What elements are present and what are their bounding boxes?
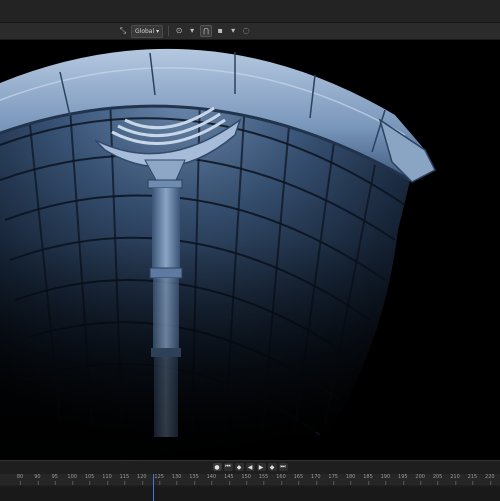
frame-tick: 210 <box>450 474 460 485</box>
frame-tick: 95 <box>51 474 58 485</box>
frame-tick: 155 <box>258 474 269 485</box>
frame-tick: 150 <box>241 474 251 485</box>
frame-tick: 130 <box>171 474 182 485</box>
frame-tick: 120 <box>137 474 147 485</box>
frame-tick: 80 <box>16 474 24 485</box>
frame-ruler[interactable]: 80 90 95 100 105 110 115 120 125 130 135 140 145 150 1… <box>0 474 500 485</box>
frame-tick: 125 <box>154 474 164 485</box>
frame-tick: 115 <box>119 474 130 485</box>
chevron-down-icon[interactable]: ▾ <box>228 26 238 36</box>
proportional-editing-icon[interactable]: ◌ <box>241 26 251 36</box>
pivot-point-icon[interactable]: ⊙ <box>174 26 184 36</box>
snap-magnet-icon[interactable]: ⋂ <box>200 25 213 37</box>
frame-tick: 180 <box>345 474 356 485</box>
record-icon[interactable]: ● <box>212 463 222 471</box>
prev-keyframe-icon[interactable]: ◆ <box>234 463 244 471</box>
transform-controls: ⤡ Global ▾ ⊙ ▾ ⋂ ▪ ▾ ◌ <box>118 24 251 38</box>
frame-tick: 160 <box>276 474 286 485</box>
frame-tick: 165 <box>293 474 304 485</box>
frame-tick: 185 <box>363 474 373 485</box>
current-frame-indicator[interactable] <box>153 474 154 501</box>
title-bar <box>0 0 500 23</box>
frame-tick: 145 <box>224 474 234 485</box>
frame-tick: 200 <box>415 474 425 485</box>
play-reverse-icon[interactable]: ◀ <box>245 463 255 471</box>
frame-tick: 90 <box>34 474 41 485</box>
frame-tick: 215 <box>467 474 478 485</box>
playback-controls: ● ⏮ ◆ ◀ ▶ ◆ ⏭ <box>0 461 500 473</box>
frame-tick: 175 <box>328 474 338 485</box>
frame-tick: 205 <box>432 474 443 485</box>
frame-tick: 195 <box>398 474 408 485</box>
header-toolbar: ⤡ Global ▾ ⊙ ▾ ⋂ ▪ ▾ ◌ <box>0 23 500 40</box>
frame-tick: 135 <box>189 474 199 485</box>
jump-end-icon[interactable]: ⏭ <box>278 463 288 471</box>
chevron-down-icon[interactable]: ▾ <box>187 26 197 36</box>
3d-viewport[interactable] <box>0 40 500 460</box>
jump-start-icon[interactable]: ⏮ <box>223 463 233 471</box>
play-icon[interactable]: ▶ <box>256 463 266 471</box>
frame-tick: 140 <box>206 474 217 485</box>
snap-target-icon[interactable]: ▪ <box>215 26 225 36</box>
timeline-panel: ● ⏮ ◆ ◀ ▶ ◆ ⏭ 80 90 95 100 105 110 115 120 125 13… <box>0 460 500 501</box>
chevron-down-icon: ▾ <box>156 27 160 35</box>
frame-tick: 105 <box>84 474 95 485</box>
orientation-label: Global <box>135 27 155 35</box>
next-keyframe-icon[interactable]: ◆ <box>267 463 277 471</box>
transform-orientation-icon: ⤡ <box>119 26 127 35</box>
toolbar-divider <box>168 26 170 36</box>
scene-render <box>0 48 437 460</box>
frame-tick: 100 <box>67 474 77 485</box>
frame-tick: 190 <box>380 474 391 485</box>
keyframe-track[interactable] <box>0 487 500 501</box>
frame-tick: 110 <box>102 474 112 485</box>
frame-tick: 220 <box>485 474 495 485</box>
frame-tick: 170 <box>311 474 321 485</box>
orientation-select[interactable]: Global ▾ <box>131 24 164 38</box>
